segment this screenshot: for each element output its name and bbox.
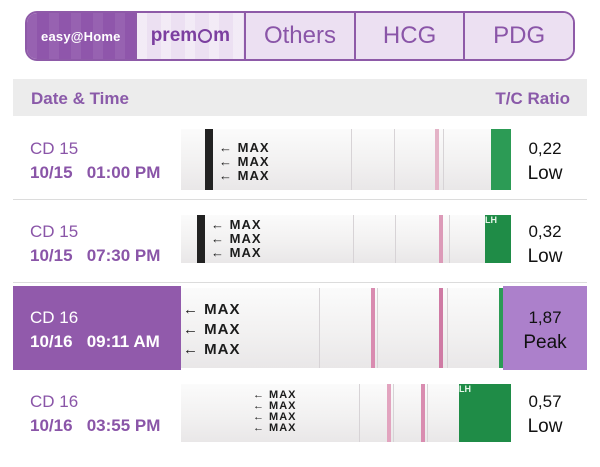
cycle-day-label: CD 15 bbox=[30, 139, 79, 158]
tc-ratio-cell: 1,87 Peak bbox=[503, 286, 587, 370]
tab-easy-at-home[interactable]: easy@Home bbox=[27, 13, 135, 59]
test-datetime: 10/15 01:00 PM bbox=[30, 163, 161, 182]
tc-ratio-value: 1,87 bbox=[528, 308, 562, 327]
easy-at-home-logo: easy@Home bbox=[41, 28, 121, 44]
cycle-day-label: CD 16 bbox=[30, 392, 79, 411]
premom-logo: prem m bbox=[150, 25, 231, 46]
date-time-cell: CD 15 10/15 07:30 PM bbox=[13, 202, 181, 282]
tc-ratio-cell: 0,22 Low bbox=[503, 119, 587, 199]
tc-ratio-column-header: T/C Ratio bbox=[495, 89, 570, 108]
tab-pdg-label: PDG bbox=[493, 22, 546, 49]
lh-level-label: Low bbox=[527, 416, 563, 437]
brand-tab-bar: easy@Home prem m Others HCG PDG bbox=[25, 11, 575, 61]
tab-others-label: Others bbox=[263, 22, 336, 49]
premom-o-icon bbox=[198, 29, 213, 43]
max-marker: ← MAX ← MAX ← MAX ← MAX bbox=[253, 389, 297, 434]
tab-others[interactable]: Others bbox=[244, 13, 354, 59]
test-datetime: 10/16 09:11 AM bbox=[30, 332, 160, 351]
date-time-cell: CD 15 10/15 01:00 PM bbox=[13, 119, 181, 199]
strip-handle-mark bbox=[197, 215, 205, 263]
test-result-row[interactable]: CD 15 10/15 07:30 PM ← MAX ← MAX ← MAX LH … bbox=[13, 202, 587, 283]
lh-level-label: Low bbox=[527, 163, 563, 184]
test-result-row-selected[interactable]: CD 16 10/16 09:11 AM ← MAX ← MAX ← MAX 1,8… bbox=[13, 286, 587, 370]
test-line bbox=[371, 288, 375, 368]
tab-hcg-label: HCG bbox=[382, 22, 437, 49]
tc-ratio-value: 0,32 bbox=[528, 222, 562, 241]
test-strip-image: ← MAX ← MAX ← MAX bbox=[181, 129, 511, 190]
tc-ratio-cell: 0,32 Low bbox=[503, 202, 587, 282]
test-result-row[interactable]: CD 15 10/15 01:00 PM ← MAX ← MAX ← MAX 0,2… bbox=[13, 119, 587, 200]
cycle-day-label: CD 15 bbox=[30, 222, 79, 241]
control-line bbox=[421, 384, 425, 442]
date-time-cell: CD 16 10/16 03:55 PM bbox=[13, 372, 181, 458]
control-line bbox=[435, 129, 439, 190]
test-strip-image: ← MAX ← MAX ← MAX bbox=[181, 288, 511, 368]
date-time-cell: CD 16 10/16 09:11 AM bbox=[13, 286, 181, 370]
test-datetime: 10/16 03:55 PM bbox=[30, 416, 161, 435]
test-datetime: 10/15 07:30 PM bbox=[30, 246, 161, 265]
tab-pdg[interactable]: PDG bbox=[463, 13, 573, 59]
results-table-header: Date & Time T/C Ratio bbox=[13, 79, 587, 116]
tc-ratio-cell: 0,57 Low bbox=[503, 372, 587, 458]
test-result-row[interactable]: CD 16 10/16 03:55 PM ← MAX ← MAX ← MAX ← MA… bbox=[13, 372, 587, 458]
control-line bbox=[439, 288, 443, 368]
max-marker: ← MAX ← MAX ← MAX bbox=[219, 140, 270, 183]
tab-premom[interactable]: prem m bbox=[134, 13, 245, 59]
max-marker: ← MAX ← MAX ← MAX bbox=[183, 301, 241, 358]
control-line bbox=[439, 215, 443, 263]
test-line bbox=[387, 384, 391, 442]
lh-level-label: Low bbox=[527, 246, 563, 267]
tc-ratio-value: 0,57 bbox=[528, 392, 562, 411]
strip-handle-mark bbox=[205, 129, 213, 190]
tab-hcg[interactable]: HCG bbox=[353, 13, 464, 59]
max-marker: ← MAX ← MAX ← MAX bbox=[211, 217, 262, 260]
tc-ratio-value: 0,22 bbox=[528, 139, 562, 158]
test-strip-image: ← MAX ← MAX ← MAX LH bbox=[181, 215, 511, 263]
cycle-day-label: CD 16 bbox=[30, 308, 79, 327]
test-strip-image: ← MAX ← MAX ← MAX ← MAX LH bbox=[181, 384, 511, 442]
lh-level-label: Peak bbox=[523, 332, 567, 353]
date-time-column-header: Date & Time bbox=[31, 89, 129, 108]
